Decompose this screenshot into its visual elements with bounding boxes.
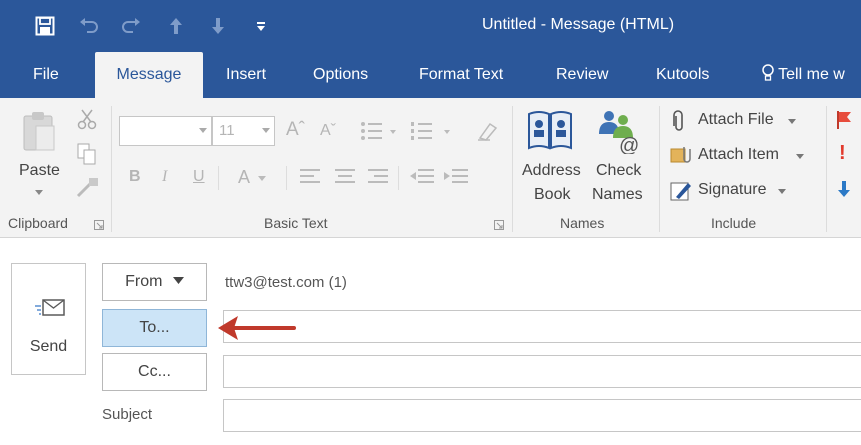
basic-text-group-label: Basic Text — [264, 215, 328, 231]
outlook-compose-window: Untitled - Message (HTML) File Message I… — [0, 0, 861, 445]
chevron-down-icon — [796, 154, 804, 159]
annotation-arrow — [218, 316, 296, 340]
font-color-button[interactable]: A — [238, 167, 250, 188]
undo-icon[interactable] — [76, 13, 102, 39]
chevron-down-icon — [35, 190, 43, 195]
lightbulb-icon — [762, 64, 774, 81]
svg-text:@: @ — [619, 135, 639, 154]
group-separator — [826, 106, 827, 232]
numbering-icon[interactable] — [410, 120, 454, 142]
chevron-down-icon — [788, 119, 796, 124]
names-group-label: Names — [560, 215, 605, 231]
attach-file-button[interactable]: Attach File — [668, 108, 806, 134]
align-left-icon[interactable] — [300, 168, 320, 184]
low-importance-icon[interactable] — [837, 180, 851, 198]
italic-button[interactable]: I — [162, 168, 167, 186]
tab-tell-me[interactable]: Tell me w — [762, 52, 845, 98]
save-icon[interactable] — [32, 13, 58, 39]
group-separator — [111, 106, 112, 232]
chevron-down-icon — [172, 277, 184, 284]
check-names-icon: @ — [599, 111, 639, 154]
paste-button[interactable]: Paste — [14, 106, 66, 206]
clipboard-group-label: Clipboard — [8, 215, 68, 231]
tab-review[interactable]: Review — [556, 52, 608, 98]
compose-area: Send From ttw3@test.com (1) To... Cc... … — [0, 239, 861, 445]
group-separator — [659, 106, 660, 232]
cut-icon[interactable] — [76, 108, 98, 130]
group-separator — [512, 106, 513, 232]
check-names-line2: Names — [592, 186, 643, 203]
arrow-up-icon[interactable] — [164, 13, 188, 39]
address-book-line2: Book — [534, 186, 571, 203]
arrow-down-icon[interactable] — [206, 13, 230, 39]
chevron-down-icon — [199, 128, 207, 133]
address-book-line1: Address — [522, 162, 581, 179]
grow-font-icon[interactable]: Aˆ — [286, 119, 305, 141]
attach-item-button[interactable]: Attach Item — [668, 143, 816, 169]
customize-qat-icon[interactable] — [250, 13, 272, 39]
clipboard-icon — [23, 112, 55, 151]
from-account: ttw3@test.com (1) — [225, 274, 347, 291]
send-button[interactable]: Send — [11, 263, 86, 375]
format-painter-icon[interactable] — [76, 176, 100, 198]
tab-kutools[interactable]: Kutools — [656, 52, 709, 98]
window-title: Untitled - Message (HTML) — [482, 16, 675, 33]
tab-insert[interactable]: Insert — [226, 52, 266, 98]
address-book-button[interactable]: Address Book — [518, 106, 584, 210]
from-button[interactable]: From — [102, 263, 207, 301]
subject-field[interactable] — [223, 399, 861, 432]
attach-file-label: Attach File — [698, 111, 774, 128]
to-button[interactable]: To... — [102, 309, 207, 347]
font-size-combo[interactable]: 11 — [212, 116, 275, 146]
attach-item-icon — [670, 147, 691, 163]
from-label: From — [125, 273, 163, 290]
dialog-launcher-icon[interactable] — [94, 220, 104, 230]
ribbon: Paste Clipboard 11 Aˆ Aˇ B I U A Basic T… — [0, 98, 861, 238]
signature-icon — [670, 182, 691, 201]
shrink-font-icon[interactable]: Aˇ — [320, 122, 336, 140]
check-names-button[interactable]: @ Check Names — [589, 106, 653, 210]
ribbon-tabs: File Message Insert Options Format Text … — [0, 52, 861, 98]
redo-icon[interactable] — [118, 13, 144, 39]
decrease-indent-icon[interactable] — [410, 168, 434, 184]
cc-button[interactable]: Cc... — [102, 353, 207, 391]
tab-format-text[interactable]: Format Text — [419, 52, 503, 98]
clear-formatting-icon[interactable] — [476, 120, 500, 142]
bold-button[interactable]: B — [129, 168, 141, 186]
attach-item-label: Attach Item — [698, 146, 779, 163]
subject-label: Subject — [102, 406, 153, 423]
increase-indent-icon[interactable] — [444, 168, 468, 184]
follow-up-flag-icon[interactable] — [836, 110, 852, 130]
align-right-icon[interactable] — [368, 168, 388, 184]
send-label: Send — [29, 338, 68, 355]
tab-message[interactable]: Message — [95, 52, 203, 98]
font-name-combo[interactable] — [119, 116, 212, 146]
copy-icon[interactable] — [76, 142, 98, 166]
paste-label: Paste — [19, 162, 60, 179]
tell-me-label: Tell me w — [778, 66, 845, 83]
paperclip-icon — [673, 110, 683, 131]
dialog-launcher-icon[interactable] — [494, 220, 504, 230]
signature-button[interactable]: Signature — [668, 178, 798, 204]
cc-field[interactable] — [223, 355, 861, 388]
include-group-label: Include — [711, 215, 757, 231]
signature-label: Signature — [698, 181, 767, 198]
font-size-value: 11 — [219, 122, 235, 139]
address-book-icon — [528, 111, 572, 150]
tab-options[interactable]: Options — [313, 52, 368, 98]
send-envelope-icon — [35, 299, 65, 316]
chevron-down-icon — [262, 128, 270, 133]
to-field[interactable] — [223, 310, 861, 343]
chevron-down-icon — [778, 189, 786, 194]
underline-button[interactable]: U — [193, 168, 205, 186]
title-bar: Untitled - Message (HTML) — [0, 0, 861, 52]
high-importance-icon[interactable]: ! — [839, 142, 846, 165]
chevron-down-icon[interactable] — [258, 176, 266, 181]
check-names-line1: Check — [596, 162, 642, 179]
bullets-icon[interactable] — [360, 120, 398, 142]
tab-file[interactable]: File — [33, 52, 59, 98]
align-center-icon[interactable] — [335, 168, 355, 184]
